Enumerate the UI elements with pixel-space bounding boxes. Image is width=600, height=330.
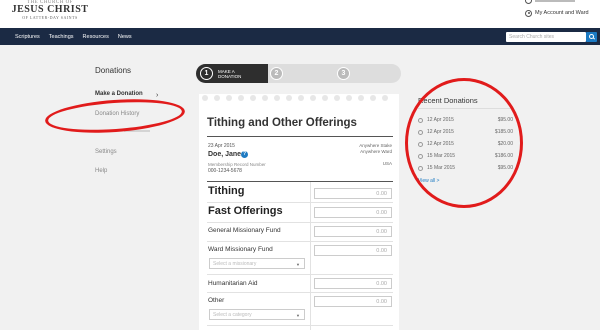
step-1-number: 1	[200, 67, 213, 80]
tithing-amount-input[interactable]: 0.00	[314, 188, 392, 199]
user-icon	[525, 0, 532, 4]
ward-missionary-fund-label: Ward Missionary Fund	[208, 246, 273, 253]
sidebar-item-help[interactable]: Help	[95, 168, 107, 174]
member-number: 000-1234-5678	[208, 168, 242, 174]
search-icon[interactable]	[586, 32, 597, 42]
donor-name: Doe, Jane	[208, 151, 242, 158]
missionary-select-value: Select a missionary	[213, 261, 257, 267]
humanitarian-aid-input[interactable]: 0.00	[314, 278, 392, 289]
row-divider	[207, 202, 393, 203]
sidebar-title: Donations	[95, 66, 132, 75]
sign-in-link[interactable]	[525, 0, 585, 5]
chevron-right-icon: ›	[156, 92, 159, 99]
row-divider	[207, 274, 393, 275]
logo-line-3: OF LATTER-DAY SAINTS	[22, 15, 78, 20]
search-input[interactable]: Search Church sites	[506, 32, 586, 42]
unit-country: USA	[382, 161, 392, 166]
account-icon	[525, 9, 532, 17]
church-logo[interactable]: THE CHURCH OF JESUS CHRIST OF LATTER-DAY…	[10, 0, 90, 22]
chevron-down-icon: ▼	[296, 262, 300, 267]
unit-stake: Anywhere Stake	[359, 143, 392, 148]
nav-teachings[interactable]: Teachings	[49, 34, 74, 40]
account-link[interactable]: My Account and Ward	[525, 8, 589, 18]
fast-offerings-label: Fast Offerings	[208, 205, 283, 217]
title-divider	[207, 136, 393, 137]
step-3-number: 3	[337, 67, 350, 80]
form-title: Tithing and Other Offerings	[207, 117, 357, 129]
column-divider	[310, 182, 311, 330]
sign-in-label-placeholder	[535, 0, 575, 2]
info-divider	[207, 181, 393, 182]
card-decorative-dots	[199, 95, 399, 105]
row-divider	[207, 222, 393, 223]
general-missionary-fund-input[interactable]: 0.00	[314, 226, 392, 237]
member-number-label: Membership Record Number	[208, 162, 266, 167]
ward-missionary-fund-input[interactable]: 0.00	[314, 245, 392, 256]
annotation-ring-recent-donations	[405, 78, 523, 208]
sidebar-item-make-donation[interactable]: Make a Donation	[95, 91, 143, 97]
row-divider	[207, 292, 393, 293]
donation-date: 23 Apr 2015	[208, 143, 235, 149]
account-label: My Account and Ward	[535, 10, 589, 16]
sidebar-item-settings[interactable]: Settings	[95, 149, 117, 155]
nav-scriptures[interactable]: Scriptures	[15, 34, 40, 40]
category-select[interactable]: Select a category ▼	[209, 309, 305, 320]
chevron-down-icon: ▼	[296, 313, 300, 318]
fast-offerings-amount-input[interactable]: 0.00	[314, 207, 392, 218]
row-divider	[207, 325, 393, 326]
category-select-value: Select a category	[213, 312, 252, 318]
general-missionary-fund-label: General Missionary Fund	[208, 227, 281, 234]
step-1-label-line2: DONATION	[218, 74, 242, 79]
step-indicator: 1 MAKE A DONATION 2 3	[196, 64, 401, 83]
unit-ward: Anywhere Ward	[360, 149, 392, 154]
main-navbar: Scriptures Teachings Resources News Sear…	[0, 28, 600, 45]
missionary-select[interactable]: Select a missionary ▼	[209, 258, 305, 269]
top-header: THE CHURCH OF JESUS CHRIST OF LATTER-DAY…	[0, 0, 600, 28]
other-amount-input[interactable]: 0.00	[314, 296, 392, 307]
step-2-number: 2	[270, 67, 283, 80]
help-icon[interactable]: ?	[241, 151, 248, 158]
nav-news[interactable]: News	[118, 34, 132, 40]
nav-resources[interactable]: Resources	[83, 34, 109, 40]
annotation-ring-donation-history	[44, 95, 186, 137]
row-divider	[207, 241, 393, 242]
humanitarian-aid-label: Humanitarian Aid	[208, 280, 258, 287]
other-label: Other	[208, 297, 225, 304]
logo-line-2: JESUS CHRIST	[11, 4, 89, 15]
tithing-label: Tithing	[208, 185, 245, 197]
